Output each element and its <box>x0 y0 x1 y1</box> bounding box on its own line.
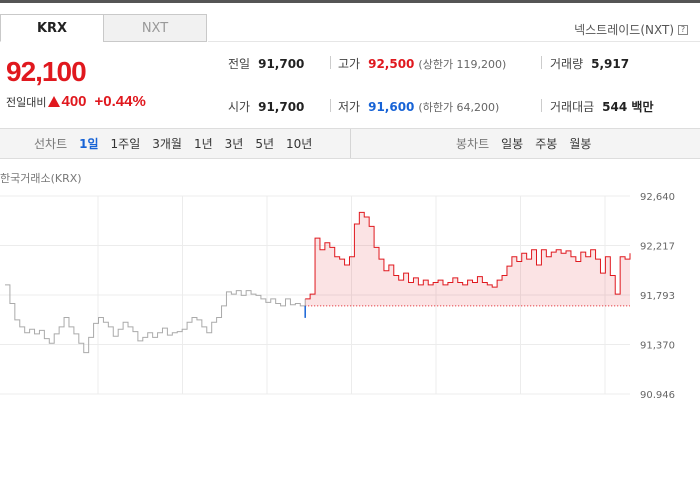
price-chart: 92,640 92,217 91,793 91,370 90,946 <box>0 192 675 398</box>
stat-label: 고가 <box>338 57 361 71</box>
stat-label: 시가 <box>228 100 251 114</box>
toolbar-divider <box>350 129 351 158</box>
period-3m[interactable]: 3개월 <box>152 135 182 152</box>
price-change: 전일대비 400 +0.44% <box>6 93 146 110</box>
change-amount: 400 <box>61 93 87 110</box>
tab-krx[interactable]: KRX <box>0 14 104 42</box>
current-price: 92,100 <box>6 56 87 87</box>
candle-daily[interactable]: 일봉 <box>501 135 523 152</box>
divider <box>541 56 542 69</box>
period-1w[interactable]: 1주일 <box>111 135 141 152</box>
change-percent: +0.44% <box>94 93 146 110</box>
line-chart-label: 선차트 <box>34 137 68 151</box>
candle-weekly[interactable]: 주봉 <box>535 135 557 152</box>
chart-source: 한국거래소(KRX) <box>0 172 82 185</box>
period-1y[interactable]: 1년 <box>194 135 213 152</box>
triangle-up-icon <box>48 96 61 107</box>
stat-high: 고가 92,500 (상한가 119,200) <box>338 55 506 72</box>
stat-label: 거래량 <box>550 57 584 71</box>
stat-value: 91,700 <box>258 100 305 114</box>
stat-value: 91,600 <box>368 100 415 114</box>
period-1d[interactable]: 1일 <box>79 135 98 152</box>
stat-volume: 거래량 5,917 <box>550 55 629 72</box>
divider <box>541 99 542 112</box>
candle-chart-periods: 봉차트 일봉 주봉 월봉 <box>456 129 603 158</box>
stat-value: 5,917 <box>591 57 630 71</box>
stat-value: 92,500 <box>368 57 415 71</box>
candle-chart-label: 봉차트 <box>456 137 490 151</box>
stat-sub: (하한가 64,200) <box>418 101 500 114</box>
stat-amount: 거래대금 544 백만 <box>550 98 653 115</box>
help-icon[interactable]: ? <box>678 24 688 35</box>
y-tick-label: 91,793 <box>640 291 675 302</box>
chart-toolbar: 선차트 1일 1주일 3개월 1년 3년 5년 10년 봉차트 일봉 주봉 월봉 <box>0 128 700 159</box>
period-10y[interactable]: 10년 <box>286 135 312 152</box>
line-chart-periods: 선차트 1일 1주일 3개월 1년 3년 5년 10년 <box>34 129 324 158</box>
stat-label: 거래대금 <box>550 100 595 114</box>
divider <box>330 99 331 112</box>
stat-open: 시가 91,700 <box>228 98 304 115</box>
period-5y[interactable]: 5년 <box>255 135 274 152</box>
stat-sub: (상한가 119,200) <box>418 58 507 71</box>
market-tabs: KRX NXT <box>0 14 207 42</box>
y-tick-label: 91,370 <box>640 340 675 351</box>
stat-value: 544 백만 <box>602 100 654 114</box>
stat-label: 저가 <box>338 100 361 114</box>
tab-nxt[interactable]: NXT <box>103 14 207 42</box>
nxt-link[interactable]: 넥스트레이드(NXT) ? <box>574 21 688 38</box>
nxt-link-label: 넥스트레이드(NXT) <box>574 23 674 37</box>
stat-label: 전일 <box>228 57 251 71</box>
y-tick-label: 90,946 <box>640 390 675 398</box>
top-border <box>0 0 700 3</box>
period-3y[interactable]: 3년 <box>225 135 244 152</box>
tabs-underline <box>208 41 700 42</box>
y-tick-label: 92,217 <box>640 241 675 252</box>
divider <box>330 56 331 69</box>
y-tick-label: 92,640 <box>640 192 675 203</box>
candle-monthly[interactable]: 월봉 <box>569 135 591 152</box>
stat-low: 저가 91,600 (하한가 64,200) <box>338 98 499 115</box>
stat-prev-close: 전일 91,700 <box>228 55 304 72</box>
change-label: 전일대비 <box>6 95 47 109</box>
stat-value: 91,700 <box>258 57 305 71</box>
